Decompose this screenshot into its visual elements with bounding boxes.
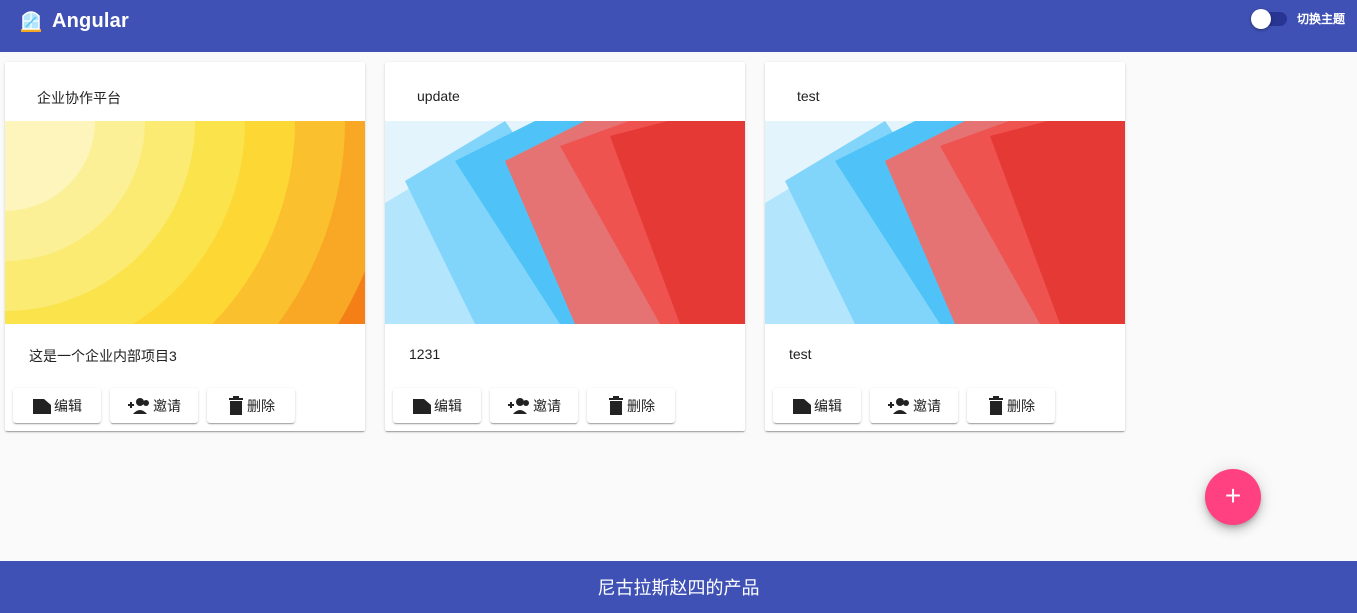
card-actions: 编辑 邀请 删除 bbox=[773, 388, 1064, 423]
edit-button[interactable]: 编辑 bbox=[773, 388, 861, 423]
folder-icon bbox=[412, 397, 432, 415]
delete-label: 删除 bbox=[627, 397, 655, 414]
add-icon: + bbox=[1224, 480, 1242, 511]
card-actions: 编辑 邀请 删除 bbox=[393, 388, 684, 423]
folder-icon bbox=[792, 397, 812, 415]
card-cover-image bbox=[765, 121, 1125, 324]
brand[interactable]: Angular bbox=[20, 9, 129, 33]
delete-button[interactable]: 删除 bbox=[587, 388, 675, 423]
edit-label: 编辑 bbox=[814, 397, 842, 414]
folder-icon bbox=[32, 397, 52, 415]
card-description: test bbox=[789, 346, 812, 362]
theme-toggle-label: 切换主题 bbox=[1296, 12, 1345, 26]
angular-logo-icon bbox=[20, 9, 42, 33]
card-description: 1231 bbox=[409, 346, 441, 362]
card-title: 企业协作平台 bbox=[37, 90, 121, 106]
top-toolbar: Angular 切换主题 bbox=[0, 0, 1357, 52]
edit-label: 编辑 bbox=[54, 397, 82, 414]
add-project-button[interactable]: + bbox=[1205, 469, 1261, 525]
card-title: test bbox=[797, 88, 820, 104]
invite-label: 邀请 bbox=[153, 397, 181, 414]
edit-button[interactable]: 编辑 bbox=[393, 388, 481, 423]
project-card[interactable]: update 1231 编辑 邀请 删除 bbox=[385, 62, 745, 431]
delete-label: 删除 bbox=[247, 397, 275, 414]
footer-text: 尼古拉斯赵四的产品 bbox=[597, 578, 760, 598]
footer: 尼古拉斯赵四的产品 bbox=[0, 561, 1357, 613]
edit-button[interactable]: 编辑 bbox=[13, 388, 101, 423]
delete-button[interactable]: 删除 bbox=[207, 388, 295, 423]
toggle-switch[interactable] bbox=[1250, 8, 1287, 29]
card-title: update bbox=[417, 88, 460, 104]
toggle-thumb[interactable] bbox=[1250, 8, 1271, 29]
card-cover-image bbox=[5, 121, 365, 324]
invite-button[interactable]: 邀请 bbox=[870, 388, 958, 423]
trash-icon bbox=[607, 395, 625, 416]
person-add-icon bbox=[127, 397, 151, 415]
card-cover-image bbox=[385, 121, 745, 324]
project-card[interactable]: test test 编辑 邀请 删除 bbox=[765, 62, 1125, 431]
card-description: 这是一个企业内部项目3 bbox=[29, 348, 177, 364]
project-card[interactable]: 企业协作平台 这是一个企业内部项目3 编辑 邀请 删除 bbox=[5, 62, 365, 431]
app-title: Angular bbox=[52, 9, 129, 32]
edit-label: 编辑 bbox=[434, 397, 462, 414]
invite-button[interactable]: 邀请 bbox=[490, 388, 578, 423]
invite-label: 邀请 bbox=[533, 397, 561, 414]
delete-label: 删除 bbox=[1007, 397, 1035, 414]
card-actions: 编辑 邀请 删除 bbox=[13, 388, 304, 423]
person-add-icon bbox=[507, 397, 531, 415]
trash-icon bbox=[227, 395, 245, 416]
person-add-icon bbox=[887, 397, 911, 415]
trash-icon bbox=[987, 395, 1005, 416]
delete-button[interactable]: 删除 bbox=[967, 388, 1055, 423]
theme-toggle[interactable]: 切换主题 bbox=[1250, 8, 1345, 29]
invite-button[interactable]: 邀请 bbox=[110, 388, 198, 423]
invite-label: 邀请 bbox=[913, 397, 941, 414]
